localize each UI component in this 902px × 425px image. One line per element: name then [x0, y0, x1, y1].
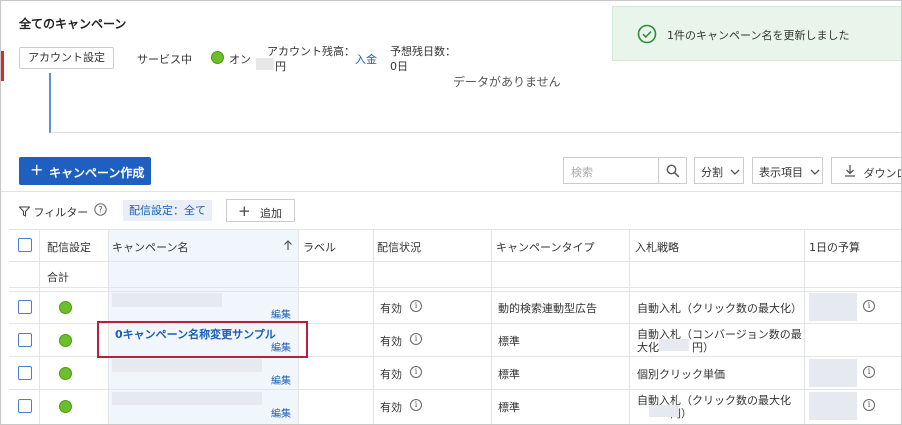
budget-redacted — [809, 392, 857, 420]
columns-dropdown[interactable]: 表示項目 — [752, 157, 823, 184]
row-divider — [9, 229, 901, 230]
col-divider — [373, 229, 374, 424]
app-window: 全てのキャンペーン アカウント設定 サービス中 オン アカウント残高： 円 入金… — [0, 0, 902, 425]
status-cell: 有効 — [380, 401, 402, 414]
budget-redacted — [809, 293, 857, 321]
info-icon[interactable]: i — [863, 300, 875, 312]
header-delivery[interactable]: 配信設定 — [47, 239, 91, 255]
row-checkbox[interactable] — [18, 366, 32, 380]
filter-button[interactable]: フィルター — [18, 204, 88, 220]
status-on-icon[interactable] — [59, 334, 72, 347]
edit-link[interactable]: 編集 — [271, 306, 291, 321]
budget-redacted — [809, 359, 857, 387]
campaign-name-redacted — [112, 359, 262, 372]
days-value: 0日 — [390, 60, 408, 73]
check-circle-icon — [637, 24, 657, 44]
status-on-icon[interactable] — [59, 367, 72, 380]
row-divider — [9, 291, 901, 292]
empty-message: データがありません — [453, 75, 561, 89]
header-type[interactable]: キャンペーンタイプ — [496, 239, 594, 255]
download-button[interactable]: ダウンロ — [831, 157, 901, 184]
search-button[interactable] — [658, 157, 687, 184]
total-label: 合計 — [47, 271, 69, 284]
search-icon — [666, 164, 680, 178]
row-divider — [9, 261, 901, 262]
col-divider — [491, 229, 492, 424]
status-cell: 有効 — [380, 335, 402, 348]
segment-dropdown[interactable]: 分割 — [694, 157, 744, 184]
info-icon[interactable]: i — [410, 399, 422, 411]
status-cell: 有効 — [380, 368, 402, 381]
success-toast: 1件のキャンペーン名を更新しました — [612, 6, 901, 61]
info-icon[interactable]: i — [410, 300, 422, 312]
row-checkbox[interactable] — [18, 399, 32, 413]
edit-link[interactable]: 編集 — [271, 372, 291, 387]
delivery-filter-chip[interactable]: 配信設定：全て — [123, 200, 212, 221]
col-divider — [629, 229, 630, 424]
page-title: 全てのキャンペーン — [19, 17, 127, 31]
header-budget[interactable]: 1日の予算 — [809, 239, 860, 255]
type-cell: 標準 — [498, 401, 520, 414]
status-on-icon[interactable] — [59, 400, 72, 413]
divider — [1, 191, 901, 192]
balance-label: アカウント残高： — [267, 45, 355, 58]
highlight-annotation — [97, 321, 308, 358]
bid-value-redacted — [659, 339, 689, 351]
header-bidding[interactable]: 入札戦略 — [635, 239, 679, 255]
sort-ascending-icon[interactable] — [283, 240, 293, 251]
days-label: 予想残日数： — [390, 45, 456, 58]
col-divider — [39, 229, 40, 424]
chevron-down-icon — [730, 169, 739, 175]
deposit-link[interactable]: 入金 — [355, 51, 377, 67]
svg-text:?: ? — [98, 206, 103, 216]
col-divider — [804, 229, 805, 424]
service-status: オン — [229, 53, 251, 66]
header-status[interactable]: 配信状況 — [377, 239, 421, 255]
row-divider — [9, 389, 901, 390]
header-campaign-name[interactable]: キャンペーン名 — [112, 239, 188, 255]
info-icon[interactable]: i — [410, 333, 422, 345]
type-cell: 動的検索連動型広告 — [498, 302, 597, 315]
filter-icon — [18, 206, 31, 217]
info-icon[interactable]: i — [410, 366, 422, 378]
chevron-down-icon — [810, 169, 819, 175]
create-campaign-button[interactable]: + キャンペーン作成 — [19, 157, 151, 185]
type-cell: 標準 — [498, 335, 520, 348]
info-icon[interactable]: i — [863, 366, 875, 378]
download-icon — [845, 165, 855, 177]
help-icon[interactable]: ? — [94, 203, 107, 216]
bidding-cell: 自動入札（クリック数の最大化） — [637, 302, 802, 315]
active-indicator — [1, 51, 4, 81]
toast-message: 1件のキャンペーン名を更新しました — [667, 29, 850, 42]
bid-value-redacted — [649, 405, 679, 417]
row-checkbox[interactable] — [18, 300, 32, 314]
service-label: サービス中 — [137, 53, 192, 66]
select-all-checkbox[interactable] — [18, 238, 32, 252]
plus-icon: + — [30, 160, 44, 179]
balance-value-redacted — [256, 58, 274, 70]
bidding-cell: 個別クリック単価 — [637, 368, 725, 381]
row-checkbox[interactable] — [18, 333, 32, 347]
status-cell: 有効 — [380, 302, 402, 315]
type-cell: 標準 — [498, 368, 520, 381]
balance-unit: 円 — [275, 60, 286, 73]
campaign-name-redacted — [112, 293, 222, 307]
campaign-name-redacted — [112, 392, 262, 405]
search-input[interactable]: 検索 — [563, 157, 659, 184]
status-on-icon[interactable] — [59, 301, 72, 314]
status-on-icon — [211, 51, 224, 64]
header-label[interactable]: ラベル — [303, 239, 336, 255]
add-filter-button[interactable]: + 追加 — [226, 199, 295, 222]
row-divider — [9, 287, 901, 288]
account-settings-button[interactable]: アカウント設定 — [19, 47, 114, 69]
plus-icon: + — [238, 202, 251, 220]
edit-link[interactable]: 編集 — [271, 405, 291, 420]
info-icon[interactable]: i — [863, 399, 875, 411]
